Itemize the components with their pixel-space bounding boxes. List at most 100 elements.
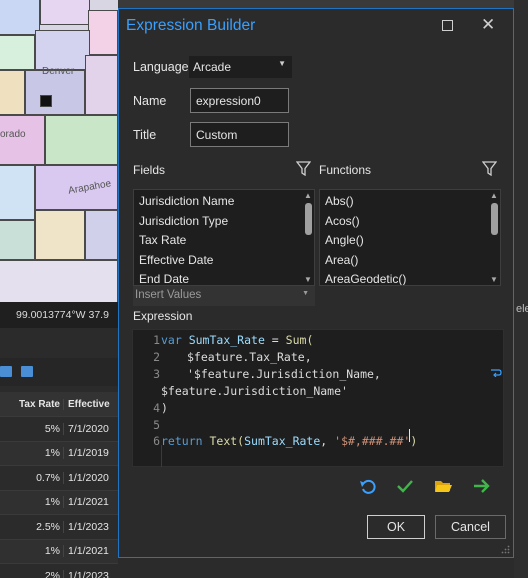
function-item[interactable]: Area() bbox=[320, 249, 500, 269]
cell-effective: 1/1/2019 bbox=[68, 447, 109, 460]
folder-open-icon[interactable] bbox=[434, 477, 452, 495]
map-polygon bbox=[0, 165, 35, 220]
map-polygon bbox=[35, 30, 90, 70]
cancel-button[interactable]: Cancel bbox=[435, 515, 506, 539]
map-view[interactable]: Denver orado Arapahoe bbox=[0, 0, 118, 302]
fields-scrollbar[interactable]: ▲ ▼ bbox=[303, 191, 313, 284]
code-paren: ) bbox=[410, 434, 418, 448]
word-wrap-icon bbox=[491, 369, 502, 377]
expression-editor[interactable]: 1 2 3 4 5 6 var SumTax_Rate = Sum( $feat… bbox=[132, 329, 504, 467]
attribute-table: Tax Rate Effective 5% 7/1/2020 1% 1/1/2019… bbox=[0, 392, 118, 578]
checkmark-icon[interactable] bbox=[396, 477, 414, 495]
code-variable: SumTax_Rate bbox=[244, 434, 321, 448]
title-label: Title bbox=[133, 128, 157, 142]
table-row[interactable]: 1% 1/1/2021 bbox=[0, 489, 118, 514]
scroll-down-icon[interactable]: ▼ bbox=[304, 275, 312, 284]
field-item[interactable]: Jurisdiction Name bbox=[134, 190, 314, 210]
panel-gap bbox=[0, 328, 118, 358]
arrow-right-icon[interactable] bbox=[472, 477, 490, 495]
code-line: ) bbox=[161, 401, 168, 415]
text-cursor bbox=[409, 429, 410, 442]
scroll-up-icon[interactable]: ▲ bbox=[490, 191, 498, 200]
function-item[interactable]: Acos() bbox=[320, 210, 500, 230]
map-polygon bbox=[0, 260, 118, 302]
function-item[interactable]: Abs() bbox=[320, 190, 500, 210]
code-string: '$#,###.##' bbox=[334, 434, 411, 448]
language-dropdown[interactable]: Arcade ▼ bbox=[189, 56, 292, 78]
filter-icon[interactable] bbox=[482, 161, 497, 176]
code-line: $feature.Tax_Rate, bbox=[187, 350, 312, 364]
name-label: Name bbox=[133, 94, 167, 108]
table-row[interactable]: 1% 1/1/2021 bbox=[0, 538, 118, 563]
code-paren: ( bbox=[306, 333, 314, 347]
column-header-tax-rate[interactable]: Tax Rate bbox=[0, 398, 64, 410]
scroll-down-icon[interactable]: ▼ bbox=[490, 275, 498, 284]
map-polygon bbox=[40, 95, 52, 107]
cell-effective: 1/1/2021 bbox=[68, 545, 109, 558]
line-number: 4 bbox=[153, 401, 160, 415]
chevron-down-icon: ▼ bbox=[278, 59, 286, 68]
table-tool-icon[interactable] bbox=[0, 366, 12, 377]
undo-icon[interactable] bbox=[359, 477, 377, 495]
map-polygon bbox=[0, 0, 40, 35]
filter-icon[interactable] bbox=[296, 161, 311, 176]
table-tool-icon[interactable] bbox=[21, 366, 33, 377]
field-item[interactable]: End Date bbox=[134, 268, 314, 285]
functions-list[interactable]: Abs() Acos() Angle() Area() AreaGeodetic… bbox=[319, 189, 501, 286]
cell-effective: 1/1/2023 bbox=[68, 520, 109, 533]
column-header-effective[interactable]: Effective bbox=[64, 399, 118, 410]
code-line: var SumTax_Rate = Sum( bbox=[161, 333, 313, 347]
table-row[interactable]: 1% 1/1/2019 bbox=[0, 440, 118, 465]
coordinate-text: 99.0013774°W 37.9 bbox=[16, 309, 109, 321]
expression-builder-dialog: Expression Builder ✕ Language Arcade ▼ N… bbox=[118, 8, 514, 558]
field-item[interactable]: Tax Rate bbox=[134, 229, 314, 249]
field-item[interactable]: Jurisdiction Type bbox=[134, 210, 314, 230]
gutter-line bbox=[161, 445, 162, 467]
language-label: Language bbox=[133, 60, 189, 74]
table-row[interactable]: 0.7% 1/1/2020 bbox=[0, 465, 118, 490]
functions-scrollbar[interactable]: ▲ ▼ bbox=[489, 191, 499, 284]
code-comma: , bbox=[320, 434, 335, 448]
fields-label: Fields bbox=[133, 163, 166, 177]
cell-tax-rate: 5% bbox=[0, 422, 64, 435]
cell-effective: 1/1/2023 bbox=[68, 569, 109, 578]
table-row[interactable]: 2.5% 1/1/2023 bbox=[0, 514, 118, 539]
function-item[interactable]: AreaGeodetic() bbox=[320, 268, 500, 285]
map-polygon bbox=[35, 210, 85, 260]
scroll-thumb[interactable] bbox=[491, 203, 498, 235]
function-item[interactable]: Angle() bbox=[320, 229, 500, 249]
map-polygon bbox=[45, 115, 118, 165]
chevron-down-icon: ▼ bbox=[302, 290, 309, 297]
scroll-up-icon[interactable]: ▲ bbox=[304, 191, 312, 200]
background-panel: ele bbox=[514, 0, 528, 578]
map-polygon bbox=[0, 115, 45, 165]
expression-label: Expression bbox=[133, 309, 193, 323]
scroll-thumb[interactable] bbox=[305, 203, 312, 235]
map-label-colorado: orado bbox=[0, 129, 26, 140]
resize-grip-icon[interactable] bbox=[501, 545, 510, 554]
title-input[interactable]: Custom bbox=[190, 122, 289, 147]
table-row[interactable]: 5% 7/1/2020 bbox=[0, 416, 118, 441]
line-number: 3 bbox=[153, 367, 160, 381]
name-input[interactable]: expression0 bbox=[190, 88, 289, 113]
field-item[interactable]: Effective Date bbox=[134, 249, 314, 269]
ok-button[interactable]: OK bbox=[367, 515, 425, 539]
dialog-titlebar[interactable]: Expression Builder ✕ bbox=[119, 9, 513, 45]
coordinate-readout: 99.0013774°W 37.9 bbox=[0, 302, 118, 328]
fields-list[interactable]: Jurisdiction Name Jurisdiction Type Tax … bbox=[133, 189, 315, 286]
table-row[interactable]: 2% 1/1/2023 bbox=[0, 563, 118, 578]
code-operator: = bbox=[264, 333, 286, 347]
line-number: 2 bbox=[153, 350, 160, 364]
functions-label: Functions bbox=[319, 163, 372, 177]
table-toolbar bbox=[0, 358, 118, 386]
cell-effective: 1/1/2021 bbox=[68, 496, 109, 509]
maximize-icon[interactable] bbox=[442, 20, 453, 31]
close-icon[interactable]: ✕ bbox=[481, 15, 495, 35]
map-polygon bbox=[0, 35, 35, 70]
insert-values-dropdown[interactable]: Insert Values ▼ bbox=[133, 286, 315, 306]
map-label-denver: Denver bbox=[42, 66, 75, 77]
cell-tax-rate: 1% bbox=[0, 545, 64, 558]
language-value: Arcade bbox=[193, 60, 232, 74]
code-function: Text bbox=[202, 434, 238, 448]
code-line: return Text(SumTax_Rate, '$#,###.##') bbox=[161, 434, 417, 448]
